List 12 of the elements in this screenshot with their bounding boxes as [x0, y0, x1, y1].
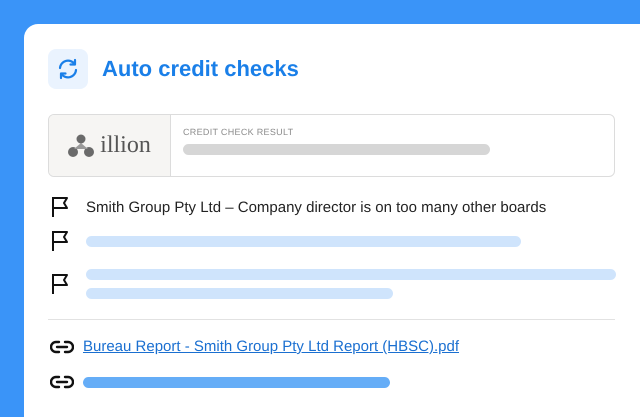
link-icon	[50, 340, 74, 354]
flag-icon	[50, 229, 70, 253]
refresh-icon	[48, 49, 88, 89]
section-title: Auto credit checks	[102, 56, 299, 82]
result-label: CREDIT CHECK RESULT	[183, 127, 294, 137]
flag-text: Smith Group Pty Ltd – Company director is on too many other boards	[86, 198, 546, 216]
flag-icon	[50, 272, 70, 296]
report-link[interactable]: Bureau Report - Smith Group Pty Ltd Report (HBSC).pdf	[83, 338, 459, 355]
logo-text: illion	[100, 132, 151, 159]
link-icon	[50, 375, 74, 389]
logo-icon	[68, 134, 94, 158]
flag-icon	[50, 195, 70, 219]
